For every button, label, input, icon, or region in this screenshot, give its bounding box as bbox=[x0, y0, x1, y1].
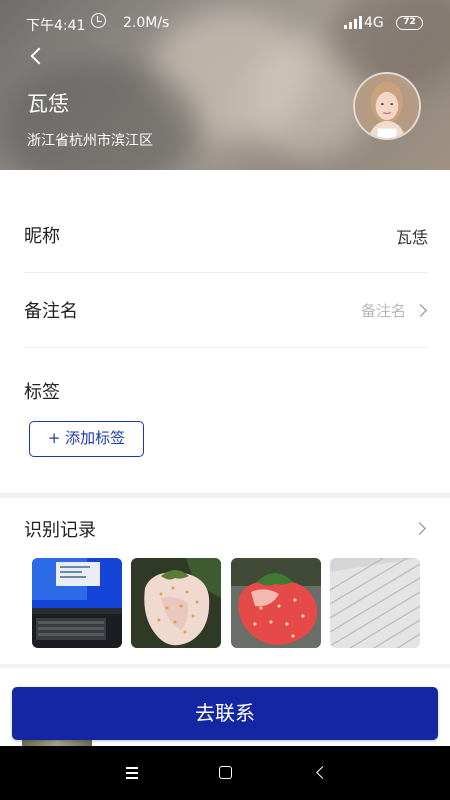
add-tag-button[interactable]: + 添加标签 bbox=[29, 421, 144, 457]
record-thumbnail-white-strawberry[interactable] bbox=[131, 558, 221, 648]
records-title: 识别记录 bbox=[24, 520, 96, 541]
nickname-row: 昵称 瓦恁 bbox=[24, 198, 428, 273]
contact-button[interactable]: 去联系 bbox=[12, 687, 438, 740]
contact-location: 浙江省杭州市滨江区 bbox=[27, 133, 153, 149]
menu-icon[interactable] bbox=[122, 762, 146, 784]
system-nav-bar bbox=[0, 746, 450, 800]
signal-icon bbox=[344, 16, 362, 29]
record-thumbnail-monitor[interactable] bbox=[32, 558, 122, 648]
record-thumbnail-paper[interactable] bbox=[330, 558, 420, 648]
remark-label: 备注名 bbox=[24, 301, 78, 322]
avatar[interactable] bbox=[353, 72, 421, 140]
status-bar: 下午4:41 2.0M/s 4G 72 bbox=[0, 12, 450, 36]
network-type: 4G bbox=[364, 15, 384, 31]
nickname-value: 瓦恁 bbox=[395, 228, 428, 247]
back-icon[interactable] bbox=[310, 762, 334, 784]
remark-row[interactable]: 备注名 备注名 bbox=[24, 273, 428, 348]
profile-header: 下午4:41 2.0M/s 4G 72 瓦恁 浙江省杭州市滨江区 bbox=[0, 0, 450, 170]
chevron-right-icon bbox=[414, 304, 427, 317]
network-speed: 2.0M/s bbox=[123, 15, 170, 31]
chevron-right-icon bbox=[413, 522, 426, 535]
back-button[interactable] bbox=[24, 44, 50, 70]
record-thumbnail-red-strawberry[interactable] bbox=[231, 558, 321, 648]
alarm-icon bbox=[91, 13, 106, 28]
nickname-label: 昵称 bbox=[24, 226, 60, 247]
screen: 下午4:41 2.0M/s 4G 72 瓦恁 浙江省杭州市滨江区 昵称 瓦恁 备… bbox=[0, 0, 450, 800]
home-icon[interactable] bbox=[214, 762, 238, 784]
section-divider bbox=[0, 493, 450, 498]
battery-icon: 72 bbox=[396, 16, 423, 30]
remark-placeholder: 备注名 bbox=[360, 302, 406, 320]
status-time: 下午4:41 bbox=[26, 18, 86, 34]
contact-name: 瓦恁 bbox=[27, 92, 69, 116]
tags-label: 标签 bbox=[24, 382, 60, 403]
